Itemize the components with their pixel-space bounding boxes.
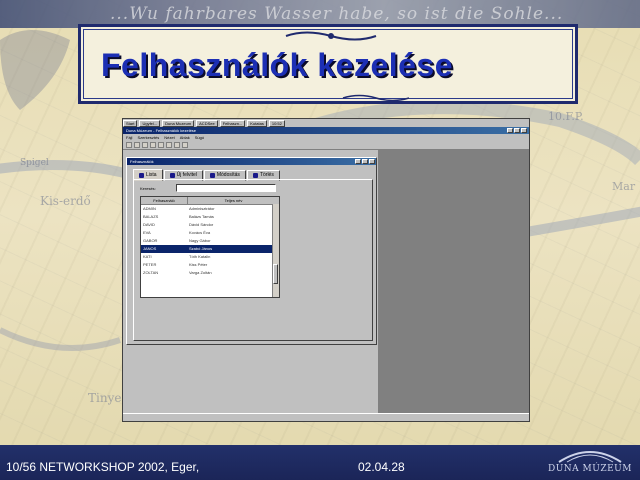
- table-row[interactable]: EVA Kovács Éva: [141, 229, 279, 237]
- status-bar: [123, 413, 529, 421]
- users-table: Felhasználó Teljes név ADMIN Adminisztrát…: [140, 196, 280, 298]
- table-row[interactable]: DAVID Dávid Sándor: [141, 221, 279, 229]
- banner-script-text: ...Wu fahrbares Wasser habe, so ist die …: [110, 4, 564, 24]
- footer-left-text: 10/56 NETWORKSHOP 2002, Eger,: [6, 460, 200, 474]
- ornament-bottom-icon: [342, 94, 410, 102]
- title-panel: Felhasználók kezelése: [78, 24, 578, 104]
- search-input[interactable]: [176, 184, 276, 192]
- taskbar-clock: 10:52: [268, 119, 285, 127]
- toolbar: [123, 141, 529, 150]
- start-button[interactable]: Start: [123, 119, 138, 127]
- cell-user: EVA: [143, 230, 151, 235]
- cell-user: PETER: [143, 262, 157, 267]
- cell-user: ZOLTAN: [143, 270, 159, 275]
- copy-icon[interactable]: [166, 142, 172, 148]
- embedded-screenshot: Start Ugyfel... Duna Muzeum ACDSee Felha…: [122, 118, 530, 422]
- footer-date: 02.04.28: [358, 460, 405, 474]
- cell-name: Balázs Tamás: [189, 214, 214, 219]
- new-icon[interactable]: [126, 142, 132, 148]
- print-icon[interactable]: [150, 142, 156, 148]
- ornament-top-icon: [285, 31, 377, 41]
- svg-text:Spigel: Spigel: [20, 158, 49, 168]
- delete-icon: [252, 173, 258, 178]
- column-header-name[interactable]: Teljes név: [188, 197, 279, 204]
- open-icon[interactable]: [134, 142, 140, 148]
- menu-window[interactable]: Ablak: [180, 134, 190, 141]
- table-row[interactable]: GABOR Nagy Gábor: [141, 237, 279, 245]
- dialog-maximize-button[interactable]: [362, 159, 368, 164]
- museum-logo-icon: [558, 451, 622, 463]
- close-button[interactable]: [521, 128, 527, 133]
- search-label: Keresés:: [140, 186, 156, 191]
- cell-name: Varga Zoltán: [189, 270, 212, 275]
- scrollbar-thumb[interactable]: [273, 264, 278, 284]
- menu-help[interactable]: Súgó: [195, 134, 204, 141]
- table-row[interactable]: BALAZS Balázs Tamás: [141, 213, 279, 221]
- cell-user: KATI: [143, 254, 152, 259]
- table-row[interactable]: ADMIN Adminisztrátor: [141, 205, 279, 213]
- taskbar-item[interactable]: Kutatas: [247, 119, 267, 127]
- table-row-selected[interactable]: JANOS Szabó János: [141, 245, 279, 253]
- column-header-user[interactable]: Felhasználó: [141, 197, 188, 204]
- svg-text:Tinye: Tinye: [88, 391, 121, 405]
- menu-view[interactable]: Nézet: [164, 134, 174, 141]
- table-row[interactable]: KATI Tóth Katalin: [141, 253, 279, 261]
- svg-text:Kis-erdő: Kis-erdő: [40, 194, 91, 208]
- help-icon[interactable]: [182, 142, 188, 148]
- menu-file[interactable]: Fájl: [126, 134, 132, 141]
- taskbar: Start Ugyfel... Duna Muzeum ACDSee Felha…: [123, 119, 529, 127]
- taskbar-item[interactable]: Duna Muzeum: [162, 119, 195, 127]
- users-dialog: Felhasználók Lista Új felvitel Módosítás: [126, 157, 377, 345]
- table-row[interactable]: PETER Kiss Péter: [141, 261, 279, 269]
- svg-text:Mar: Mar: [612, 180, 636, 193]
- cell-user: ADMIN: [143, 206, 156, 211]
- cell-name: Adminisztrátor: [189, 206, 215, 211]
- cell-user: JANOS: [143, 246, 157, 251]
- window-title: Duna Múzeum - Felhasználók kezelése: [126, 128, 197, 133]
- maximize-button[interactable]: [514, 128, 520, 133]
- menu-edit[interactable]: Szerkesztés: [137, 134, 159, 141]
- cut-icon[interactable]: [158, 142, 164, 148]
- page-title: Felhasználók kezelése: [101, 47, 454, 83]
- cell-name: Nagy Gábor: [189, 238, 211, 243]
- cell-name: Kovács Éva: [189, 230, 211, 235]
- taskbar-item[interactable]: Ugyfel...: [139, 119, 161, 127]
- dialog-titlebar: Felhasználók: [127, 158, 376, 165]
- footer-logo-text: DUNA MÚZEUM: [548, 464, 632, 474]
- cell-name: Tóth Katalin: [189, 254, 211, 259]
- taskbar-item[interactable]: Felhaszn...: [219, 119, 246, 127]
- window-titlebar: Duna Múzeum - Felhasználók kezelése: [123, 127, 529, 134]
- table-header: Felhasználó Teljes név: [141, 197, 279, 205]
- table-scrollbar[interactable]: [272, 204, 279, 297]
- table-row[interactable]: ZOLTAN Varga Zoltán: [141, 269, 279, 277]
- paste-icon[interactable]: [174, 142, 180, 148]
- cell-name: Dávid Sándor: [189, 222, 214, 227]
- dialog-minimize-button[interactable]: [355, 159, 361, 164]
- svg-text:10.F.P.: 10.F.P.: [548, 110, 584, 123]
- menu-bar: Fájl Szerkesztés Nézet Ablak Súgó: [123, 134, 529, 141]
- cell-user: GABOR: [143, 238, 158, 243]
- new-record-icon: [169, 173, 175, 178]
- save-icon[interactable]: [142, 142, 148, 148]
- cell-name: Kiss Péter: [189, 262, 208, 267]
- list-icon: [139, 172, 144, 178]
- cell-user: BALAZS: [143, 214, 159, 219]
- dialog-title: Felhasználók: [130, 159, 154, 164]
- dialog-close-button[interactable]: [369, 159, 375, 164]
- cell-name: Szabó János: [189, 246, 213, 251]
- list-panel: Keresés: Felhasználó Teljes név ADMIN Adm…: [133, 179, 373, 341]
- taskbar-item[interactable]: ACDSee: [196, 119, 218, 127]
- cell-user: DAVID: [143, 222, 155, 227]
- minimize-button[interactable]: [507, 128, 513, 133]
- edit-icon: [209, 173, 215, 178]
